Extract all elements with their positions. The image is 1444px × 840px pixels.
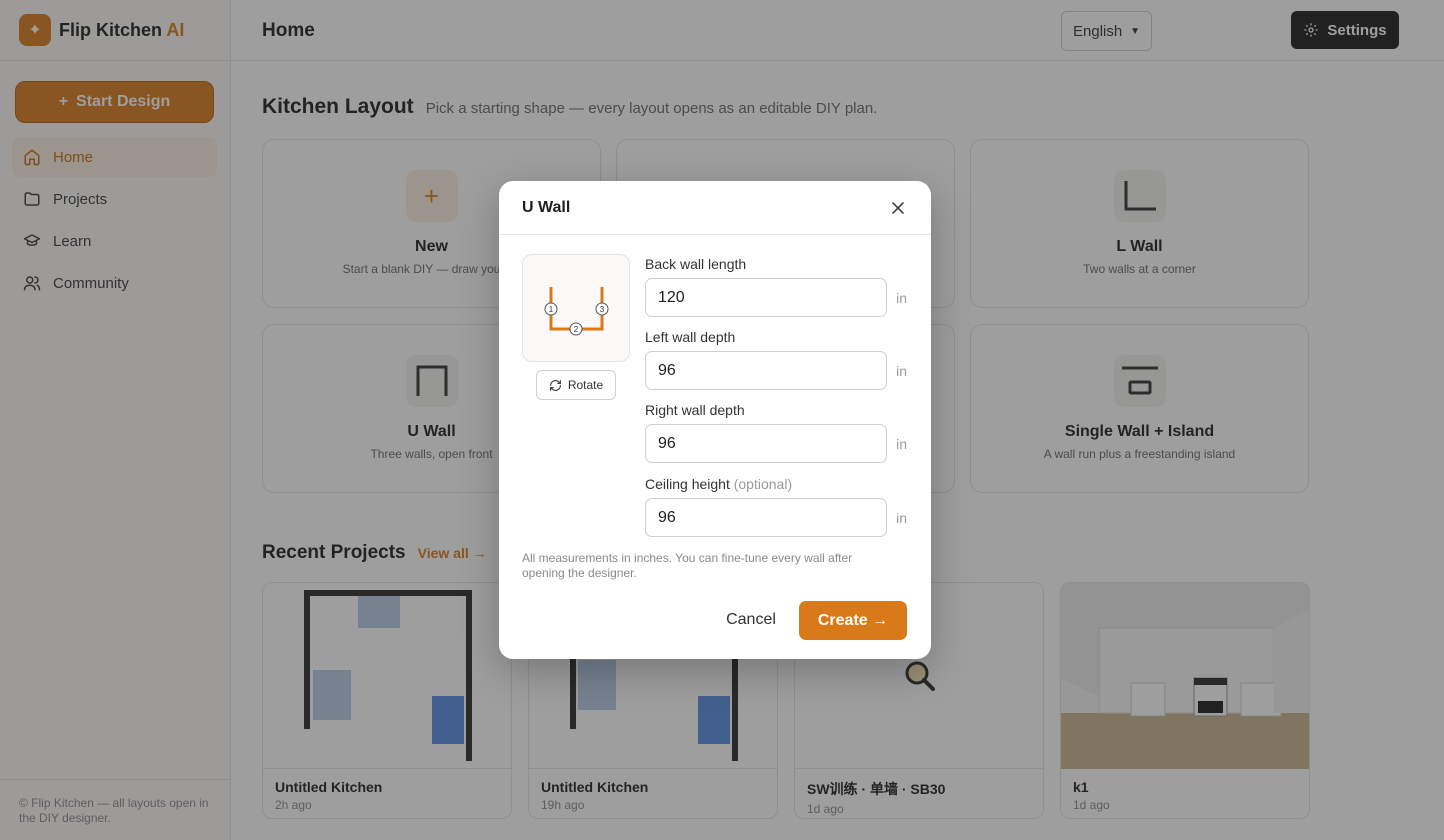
rotate-button[interactable]: Rotate: [536, 370, 616, 400]
ceiling-label-text: Ceiling height: [645, 476, 730, 492]
ceiling-height-input[interactable]: [645, 498, 888, 537]
right-wall-depth-field: Right wall depth in: [645, 402, 907, 463]
field-label: Ceiling height (optional): [645, 476, 907, 492]
back-wall-length-input[interactable]: [645, 278, 888, 317]
close-icon: [892, 201, 904, 214]
cancel-button[interactable]: Cancel: [715, 601, 787, 639]
marker-1: 1: [549, 305, 554, 314]
left-wall-depth-input[interactable]: [645, 351, 888, 390]
unit-label: in: [896, 509, 907, 526]
back-wall-length-field: Back wall length in: [645, 256, 907, 317]
field-label: Left wall depth: [645, 329, 736, 345]
rotate-icon: [549, 379, 561, 391]
dialog-header: U Wall: [499, 181, 931, 235]
unit-label: in: [896, 435, 907, 452]
ceiling-height-field: Ceiling height (optional) in: [645, 476, 907, 537]
u-wall-preview-icon: 1 2 3: [544, 287, 609, 336]
marker-2: 2: [574, 325, 579, 334]
left-wall-depth-field: Left wall depth in: [645, 329, 907, 390]
dialog-title: U Wall: [522, 198, 571, 216]
unit-label: in: [896, 362, 907, 379]
measurement-note: All measurements in inches. You can fine…: [522, 551, 853, 580]
u-wall-dialog: U Wall 1 2 3 Rotate Back wall length in: [499, 181, 931, 659]
unit-label: in: [896, 289, 907, 306]
close-button[interactable]: [888, 198, 908, 218]
marker-3: 3: [600, 305, 605, 314]
right-wall-depth-input[interactable]: [645, 424, 888, 463]
layout-preview: 1 2 3: [522, 254, 630, 362]
field-label: Right wall depth: [645, 402, 745, 418]
optional-hint: (optional): [733, 476, 793, 492]
rotate-label: Rotate: [567, 378, 604, 392]
create-button[interactable]: Create →: [799, 601, 907, 640]
field-label: Back wall length: [645, 256, 747, 272]
